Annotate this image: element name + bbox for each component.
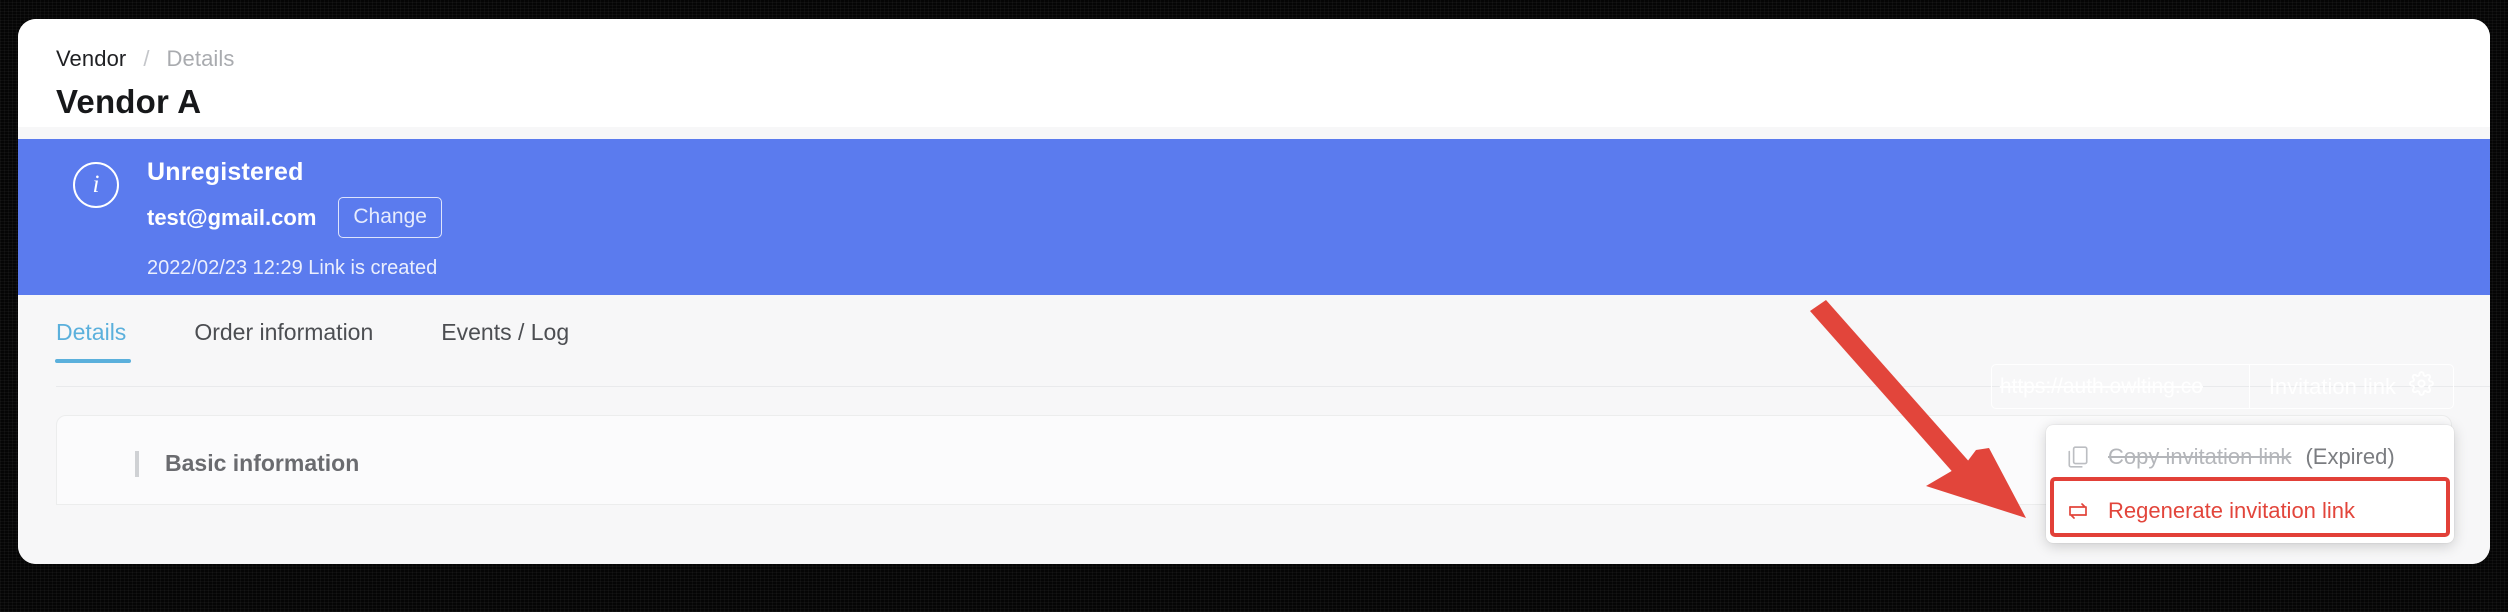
tab-bar: Details Order information Events / Log bbox=[54, 318, 637, 363]
card-accent-bar bbox=[135, 450, 139, 477]
screenshot-root: Vendor / Details Vendor A i Unregistered… bbox=[0, 0, 2508, 612]
app-page: Vendor / Details Vendor A i Unregistered… bbox=[18, 19, 2490, 564]
menu-item-copy-status: (Expired) bbox=[2305, 444, 2395, 469]
breadcrumb-item-vendor[interactable]: Vendor bbox=[56, 46, 126, 72]
basic-information-card-header: Basic information bbox=[135, 450, 359, 477]
banner-email-row: test@gmail.com Change bbox=[147, 197, 442, 238]
header-separator-band bbox=[18, 127, 2490, 139]
menu-item-copy-label: Copy invitation link bbox=[2108, 444, 2292, 469]
copy-icon bbox=[2064, 444, 2092, 470]
menu-item-copy-invitation-link: Copy invitation link (Expired) bbox=[2046, 431, 2454, 483]
page-title: Vendor A bbox=[56, 83, 202, 120]
registration-status-banner: i Unregistered test@gmail.com Change 202… bbox=[18, 139, 2490, 295]
banner-info-group: i Unregistered test@gmail.com Change 202… bbox=[73, 157, 442, 280]
invitation-link-button[interactable]: Invitation link bbox=[2248, 364, 2454, 409]
invitation-link-controls: https://auth.owlting.co Invitation link bbox=[1990, 364, 2454, 409]
menu-item-regenerate-invitation-link[interactable]: Regenerate invitation link bbox=[2046, 483, 2454, 539]
invitation-link-value: https://auth.owlting.co bbox=[1999, 374, 2203, 398]
status-label: Unregistered bbox=[147, 158, 304, 186]
banner-text-group: Unregistered test@gmail.com Change 2022/… bbox=[147, 157, 442, 280]
menu-item-regenerate-label: Regenerate invitation link bbox=[2108, 498, 2356, 523]
tab-details[interactable]: Details bbox=[54, 318, 132, 363]
invitation-link-button-label: Invitation link bbox=[2268, 373, 2396, 399]
breadcrumb: Vendor / Details bbox=[56, 46, 2490, 72]
page-header: Vendor / Details Vendor A bbox=[18, 19, 2490, 127]
info-circle-icon: i bbox=[73, 162, 119, 208]
breadcrumb-separator: / bbox=[143, 46, 150, 71]
basic-information-heading: Basic information bbox=[165, 450, 360, 476]
vendor-email: test@gmail.com bbox=[147, 204, 317, 230]
breadcrumb-item-details: Details bbox=[166, 46, 235, 71]
regenerate-icon bbox=[2064, 498, 2092, 524]
gear-icon bbox=[2409, 371, 2434, 402]
tab-events-log[interactable]: Events / Log bbox=[441, 318, 569, 363]
change-email-button[interactable]: Change bbox=[338, 197, 442, 238]
tab-order-information[interactable]: Order information bbox=[194, 318, 373, 363]
invitation-link-field[interactable]: https://auth.owlting.co bbox=[1990, 364, 2249, 409]
invitation-link-menu: Copy invitation link (Expired) Regenerat… bbox=[2046, 425, 2454, 543]
link-created-timestamp: 2022/02/23 12:29 Link is created bbox=[147, 257, 438, 279]
